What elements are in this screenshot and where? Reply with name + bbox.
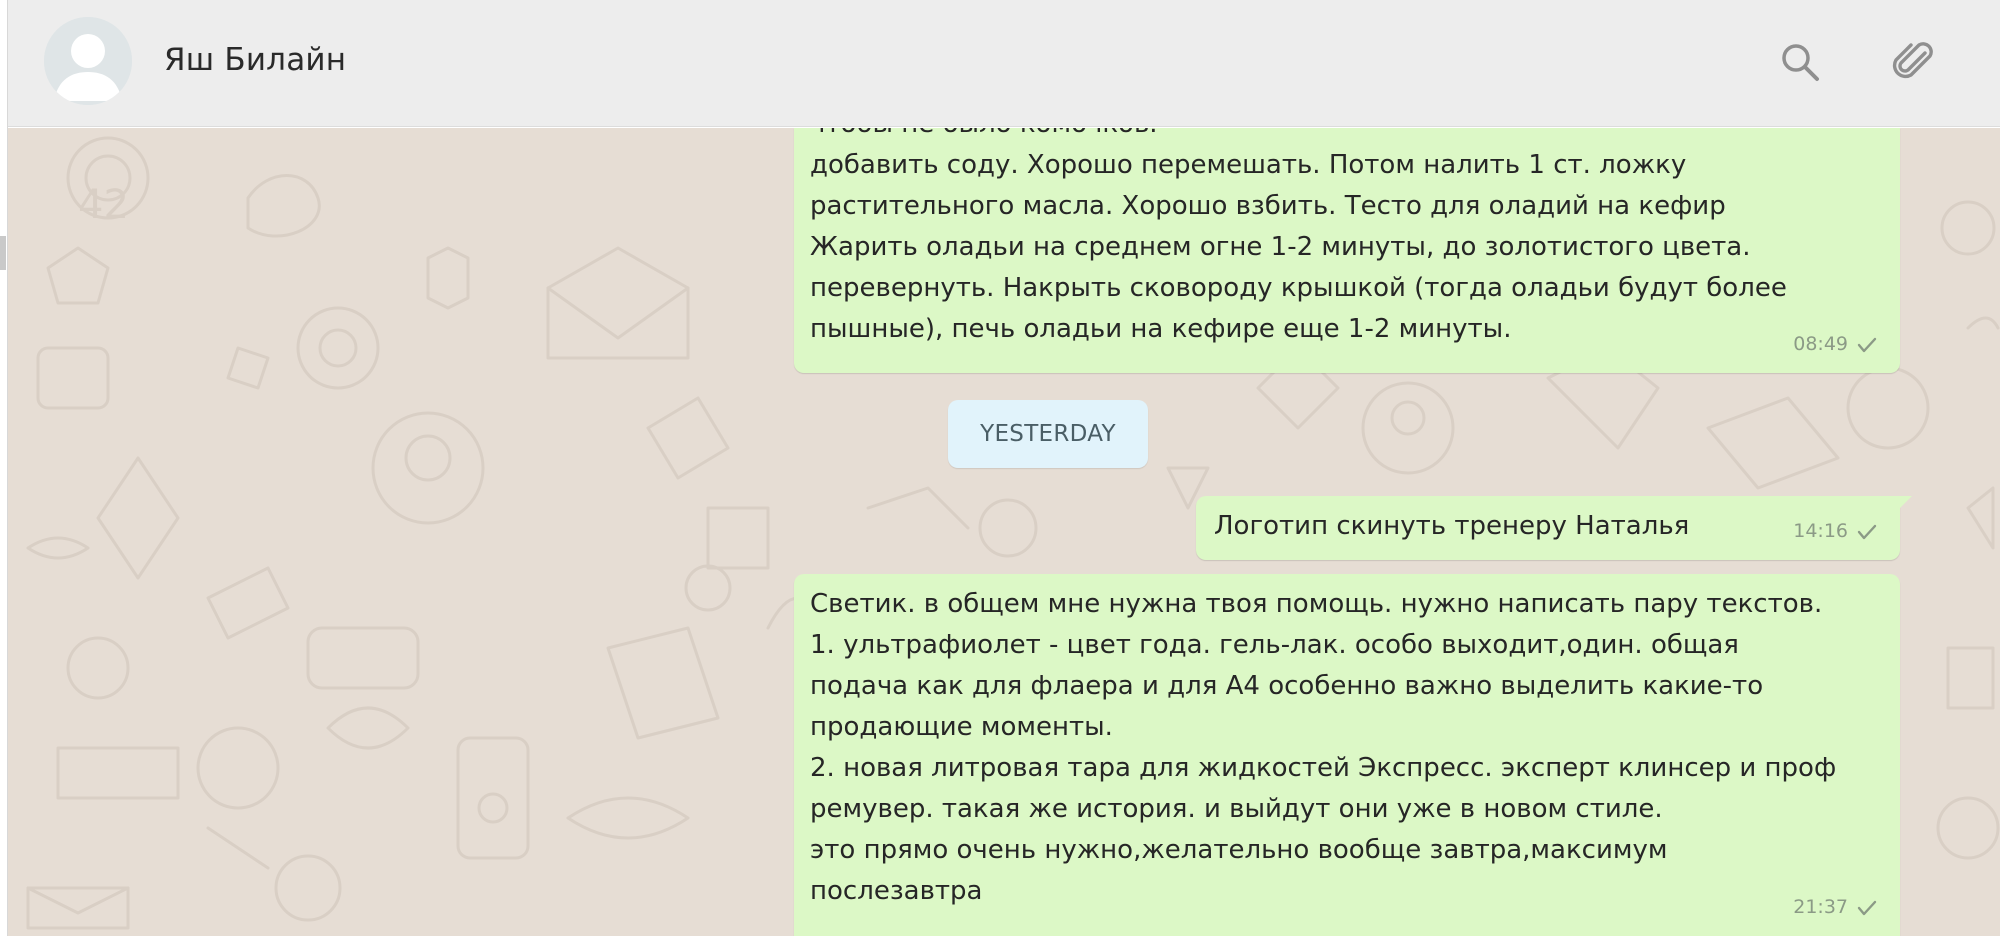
contact-name[interactable]: Яш Билайн (164, 42, 346, 78)
window-left-edge (0, 0, 8, 936)
message-bubble-outgoing[interactable]: чтобы не было комочков. добавить соду. Х… (794, 128, 1900, 373)
message-text: Светик. в общем мне нужна твоя помощь. н… (810, 589, 1837, 906)
message-meta: 14:16 (1793, 511, 1878, 552)
single-check-icon (1857, 524, 1877, 539)
message-text: чтобы не было комочков. добавить соду. Х… (810, 128, 1787, 344)
single-check-icon (1857, 900, 1877, 915)
message-meta: 21:37 (1793, 887, 1878, 928)
message-bubble-outgoing[interactable]: Логотип скинуть тренеру Наталья 14:16 (1196, 496, 1912, 560)
single-check-icon (1857, 337, 1877, 352)
contact-avatar[interactable] (44, 17, 132, 105)
message-meta: 08:49 (1793, 324, 1878, 365)
date-separator: YESTERDAY (948, 400, 1148, 468)
chat-header: Яш Билайн (8, 0, 2000, 127)
resize-handle[interactable] (0, 236, 6, 270)
message-time: 21:37 (1793, 896, 1848, 918)
message-text: Логотип скинуть тренеру Наталья (1214, 511, 1690, 541)
message-bubble-outgoing[interactable]: Светик. в общем мне нужна твоя помощь. н… (794, 574, 1900, 936)
svg-text:42: 42 (78, 182, 129, 228)
default-avatar-icon (44, 17, 132, 105)
search-icon (1782, 44, 1819, 81)
message-time: 14:16 (1793, 520, 1848, 542)
search-button[interactable] (1772, 34, 1828, 90)
message-time: 08:49 (1793, 333, 1848, 355)
chat-panel[interactable]: 42 добавить соду. Хорошо перемешать. Пот… (8, 128, 2000, 936)
paperclip-icon (1892, 42, 1933, 79)
attach-button[interactable] (1886, 34, 1942, 90)
